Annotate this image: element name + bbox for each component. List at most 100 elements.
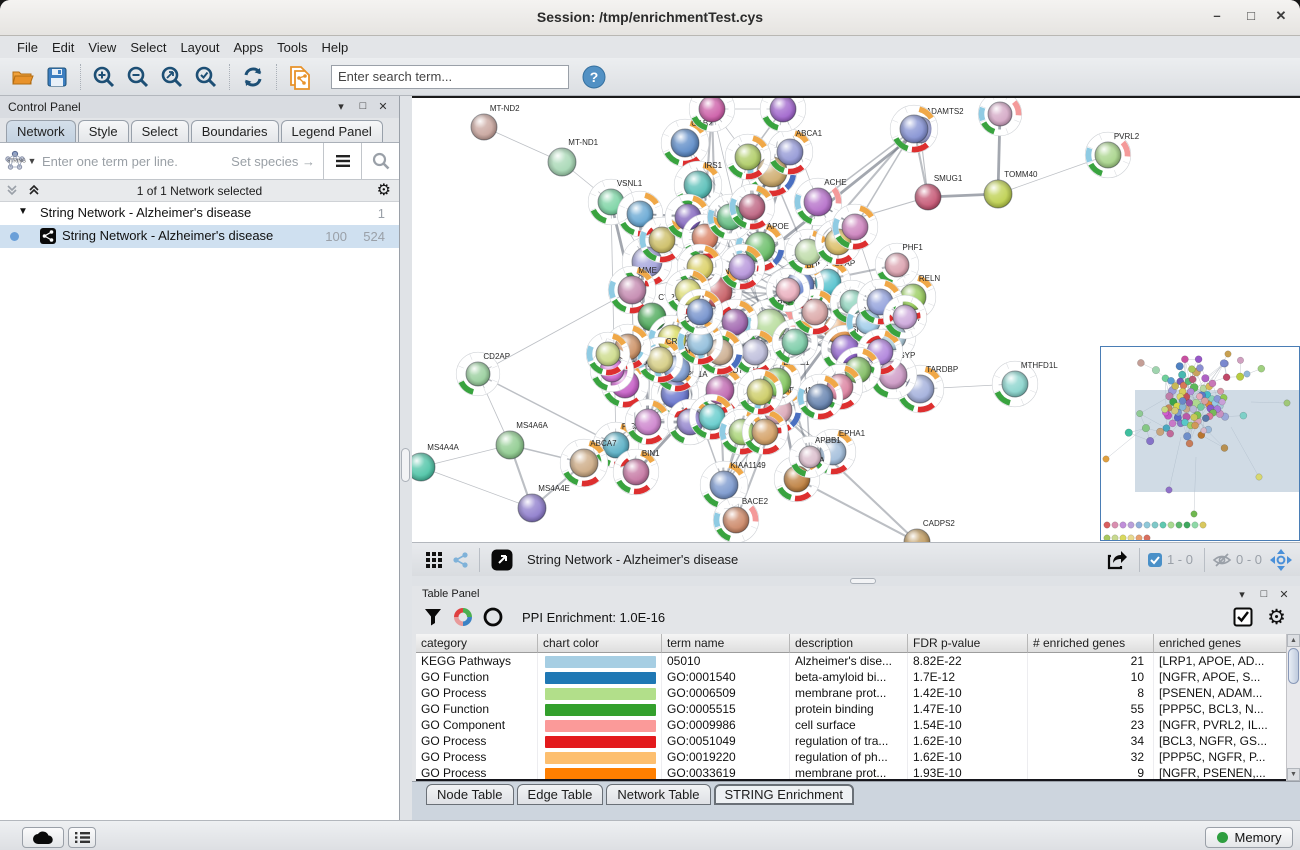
annotation-mode-button[interactable]: [487, 544, 517, 576]
menu-item-select[interactable]: Select: [123, 38, 173, 57]
tab-network[interactable]: Network: [6, 120, 76, 142]
network-node-cd2ap[interactable]: CD2AP: [456, 352, 510, 396]
tab-node-table[interactable]: Node Table: [426, 784, 514, 805]
column-header-term-name[interactable]: term name: [662, 634, 790, 653]
selected-checkbox-icon[interactable]: [1147, 552, 1163, 568]
network-node-smug1[interactable]: SMUG1: [915, 174, 963, 210]
menu-item-file[interactable]: File: [10, 38, 45, 57]
menu-item-apps[interactable]: Apps: [227, 38, 271, 57]
column-header-category[interactable]: category: [416, 634, 538, 653]
splitter-handle[interactable]: [401, 448, 410, 482]
birds-eye-view[interactable]: [1100, 346, 1300, 541]
table-row[interactable]: GO ProcessGO:0033619membrane prot...1.93…: [416, 765, 1296, 781]
menu-item-edit[interactable]: Edit: [45, 38, 81, 57]
select-all-checkbox-icon[interactable]: [1233, 607, 1253, 627]
search-input[interactable]: [331, 65, 569, 89]
tree-expand-icon[interactable]: ▼: [18, 206, 28, 217]
title-bar: Session: /tmp/enrichmentTest.cys – □ ✕: [0, 0, 1300, 36]
column-header-FDR-p-value[interactable]: FDR p-value: [908, 634, 1028, 653]
zoom-in-icon: [92, 65, 116, 89]
open-session-button[interactable]: [6, 61, 40, 93]
network-tree-row[interactable]: ▼String Network - Alzheimer's disease1: [0, 202, 399, 225]
horizontal-splitter[interactable]: [412, 576, 1300, 586]
network-tree-row[interactable]: String Network - Alzheimer's disease1005…: [0, 225, 399, 248]
menu-item-tools[interactable]: Tools: [270, 38, 314, 57]
tab-style[interactable]: Style: [78, 120, 129, 142]
tab-boundaries[interactable]: Boundaries: [191, 120, 279, 142]
network-node-mt-nd1[interactable]: MT-ND1: [548, 138, 599, 176]
panel-float-icon[interactable]: ▾: [1234, 588, 1250, 601]
string-search-button[interactable]: [361, 143, 399, 179]
zoom-out-button[interactable]: [121, 61, 155, 93]
table-scrollbar[interactable]: ▲ ▼: [1286, 634, 1300, 781]
string-options-button[interactable]: [323, 143, 361, 179]
tab-legend-panel[interactable]: Legend Panel: [281, 120, 383, 142]
scroll-down-arrow[interactable]: ▼: [1287, 768, 1300, 781]
help-button[interactable]: ?: [577, 61, 611, 93]
network-node-ms4a6a[interactable]: MS4A6A: [496, 421, 549, 459]
save-session-button[interactable]: [40, 61, 74, 93]
refresh-button[interactable]: [236, 61, 270, 93]
close-button[interactable]: ✕: [1270, 8, 1292, 28]
column-header-enriched-genes[interactable]: enriched genes: [1154, 634, 1290, 653]
string-query-input[interactable]: [40, 146, 231, 176]
network-node[interactable]: [978, 98, 1021, 136]
network-node-cadps2[interactable]: CADPS2: [904, 519, 955, 542]
chart-button[interactable]: [448, 601, 478, 633]
table-row[interactable]: KEGG Pathways05010Alzheimer's dise...8.8…: [416, 653, 1296, 669]
column-header-chart-color[interactable]: chart color: [538, 634, 662, 653]
network-node-bace2[interactable]: BACE2: [713, 497, 768, 542]
gear-icon[interactable]: ⚙: [1267, 607, 1286, 628]
zoom-in-button[interactable]: [87, 61, 121, 93]
scroll-thumb[interactable]: [1288, 648, 1299, 684]
panel-close-icon[interactable]: ✕: [375, 100, 391, 113]
network-node-tomm40[interactable]: TOMM40: [984, 170, 1038, 208]
import-network-button[interactable]: [283, 61, 317, 93]
network-node-ms4a4a[interactable]: MS4A4A: [412, 443, 460, 481]
memory-button[interactable]: Memory: [1205, 827, 1293, 848]
gear-icon[interactable]: ⚙: [377, 183, 391, 199]
column-header-description[interactable]: description: [790, 634, 908, 653]
tab-edge-table[interactable]: Edge Table: [517, 784, 604, 805]
export-network-button[interactable]: [1102, 544, 1132, 576]
table-row[interactable]: GO FunctionGO:0005515protein binding1.47…: [416, 701, 1296, 717]
menu-item-help[interactable]: Help: [315, 38, 356, 57]
column-header--enriched-genes[interactable]: # enriched genes: [1028, 634, 1154, 653]
table-row[interactable]: GO ComponentGO:0009986cell surface1.54E-…: [416, 717, 1296, 733]
panel-float-icon[interactable]: ▾: [333, 100, 349, 113]
task-list-button[interactable]: [68, 827, 96, 848]
table-row[interactable]: GO ProcessGO:0051049regulation of tra...…: [416, 733, 1296, 749]
panel-close-icon[interactable]: ✕: [1276, 588, 1292, 601]
zoom-selected-button[interactable]: [189, 61, 223, 93]
panel-undock-icon[interactable]: □: [355, 100, 371, 112]
tab-network-table[interactable]: Network Table: [606, 784, 710, 805]
navigator-button[interactable]: [1266, 544, 1296, 576]
cloud-button[interactable]: [22, 827, 64, 848]
vertical-splitter[interactable]: [400, 96, 412, 820]
network-node-bin1[interactable]: BIN1: [613, 449, 660, 495]
network-node-mthfd1l[interactable]: MTHFD1L: [992, 361, 1058, 407]
minimize-button[interactable]: –: [1206, 8, 1228, 28]
table-row[interactable]: GO ProcessGO:0006509membrane prot...1.42…: [416, 685, 1296, 701]
menu-item-view[interactable]: View: [81, 38, 123, 57]
table-row[interactable]: GO ProcessGO:0019220regulation of ph...1…: [416, 749, 1296, 765]
ring-chart-button[interactable]: [478, 601, 508, 633]
string-logo-dropdown[interactable]: STRING ▼: [0, 143, 40, 179]
network-node-pvrl2[interactable]: PVRL2: [1085, 132, 1139, 178]
splitter-handle[interactable]: [850, 578, 876, 584]
network-node[interactable]: [760, 98, 805, 132]
tab-select[interactable]: Select: [131, 120, 189, 142]
hidden-eye-icon[interactable]: [1212, 552, 1232, 568]
filter-button[interactable]: [418, 601, 448, 633]
share-view-button[interactable]: [448, 544, 472, 576]
network-node-mt-nd2[interactable]: MT-ND2: [471, 104, 520, 140]
table-row[interactable]: GO FunctionGO:0001540beta-amyloid bi...1…: [416, 669, 1296, 685]
scroll-up-arrow[interactable]: ▲: [1287, 634, 1300, 647]
zoom-fit-button[interactable]: [155, 61, 189, 93]
maximize-button[interactable]: □: [1240, 8, 1262, 28]
grid-view-button[interactable]: [420, 544, 448, 576]
menu-item-layout[interactable]: Layout: [173, 38, 226, 57]
set-species-label[interactable]: Set species →: [231, 154, 315, 169]
panel-undock-icon[interactable]: □: [1256, 588, 1272, 600]
tab-string-enrichment[interactable]: STRING Enrichment: [714, 784, 854, 805]
